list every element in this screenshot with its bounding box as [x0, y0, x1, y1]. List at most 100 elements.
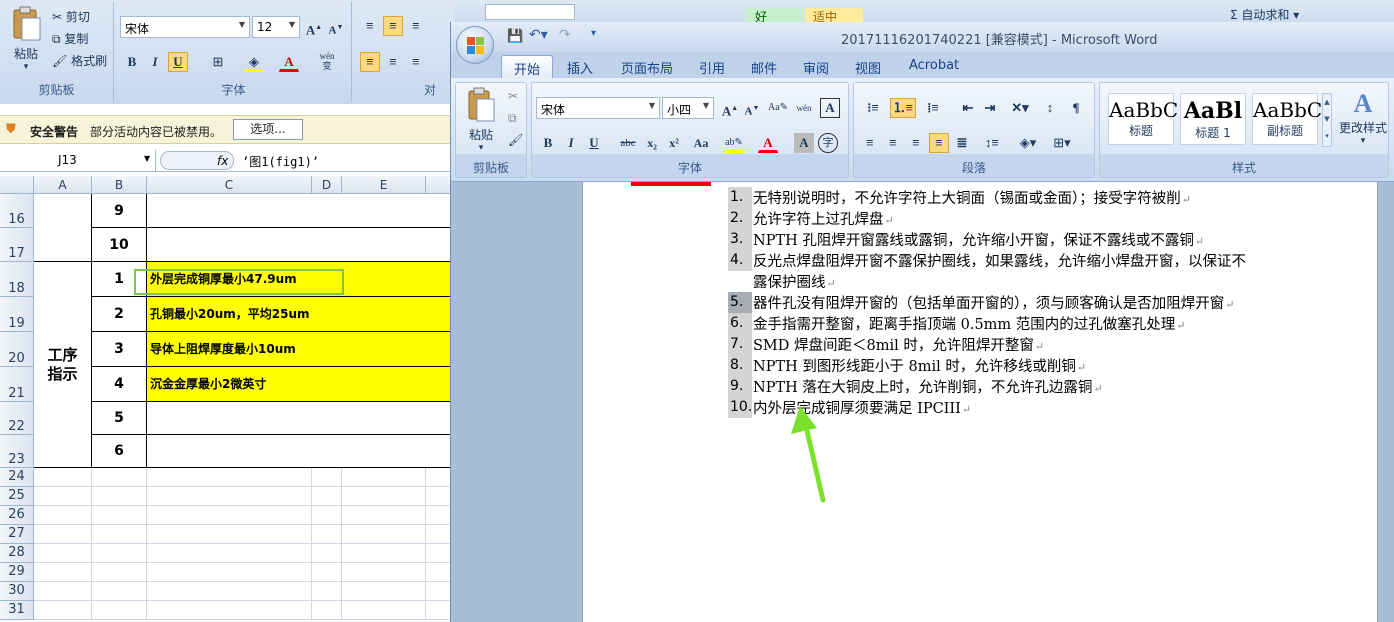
word-italic-button[interactable]: I — [561, 133, 581, 153]
empty-cell[interactable] — [34, 525, 92, 544]
excel-font-size-select[interactable]: 12 ▼ — [252, 16, 300, 38]
align-middle-icon[interactable]: ≡ — [383, 16, 403, 36]
excel-style-field[interactable] — [485, 4, 575, 20]
superscript-button[interactable]: x² — [664, 133, 684, 153]
row-header[interactable]: 28 — [0, 544, 34, 563]
document-page[interactable]: 1. 无特别说明时，不允许字符上大铜面（锡面或金面）；接受字符被削↵ 2. 允许字符上… — [582, 182, 1378, 622]
cell-c[interactable] — [147, 194, 455, 228]
numbering-icon[interactable]: ⒈≡ — [890, 98, 916, 118]
clear-format-icon[interactable]: Aa✎ — [766, 98, 790, 118]
empty-cell[interactable] — [312, 544, 342, 563]
row-header[interactable]: 18 — [0, 262, 34, 297]
empty-cell[interactable] — [34, 544, 92, 563]
style-title[interactable]: AaBbC 标题 — [1108, 93, 1178, 145]
word-bold-button[interactable]: B — [538, 133, 558, 153]
word-tab[interactable]: 页面布局 — [609, 55, 685, 78]
empty-cell[interactable] — [34, 487, 92, 506]
borders-icon[interactable]: ⊞ — [208, 52, 228, 72]
empty-cell[interactable] — [342, 525, 426, 544]
empty-cell[interactable] — [92, 525, 147, 544]
show-marks-icon[interactable]: ¶ — [1066, 98, 1086, 118]
excel-font-name-select[interactable]: 宋体 ▼ — [120, 16, 250, 38]
increase-indent-icon[interactable]: ⇥ — [980, 98, 1000, 118]
redo-icon[interactable]: ↷ — [559, 27, 571, 43]
empty-cell[interactable] — [147, 601, 312, 620]
list-item[interactable]: 6. 金手指需开整窗，距离手指顶端 0.5mm 范围内的过孔做塞孔处理↵ — [728, 313, 1186, 334]
empty-cell[interactable] — [92, 506, 147, 525]
name-box[interactable]: J13 ▼ — [0, 150, 156, 171]
cut-icon[interactable]: ✂ — [508, 89, 518, 103]
char-shading-icon[interactable]: A — [794, 133, 814, 153]
excel-phonetic-button[interactable]: wén 变 — [315, 50, 339, 71]
insert-function-icon[interactable]: fx — [160, 151, 234, 170]
phonetic-icon[interactable]: wén — [794, 98, 814, 118]
style-subtitle[interactable]: AaBbC 副标题 — [1252, 93, 1322, 145]
row-header[interactable]: 27 — [0, 525, 34, 544]
change-case-button[interactable]: Aa — [688, 133, 714, 153]
row-header[interactable]: 20 — [0, 332, 34, 367]
empty-cell[interactable] — [34, 601, 92, 620]
column-header-e[interactable]: E — [342, 176, 426, 194]
multilevel-list-icon[interactable]: ⁞≡ — [920, 98, 946, 118]
word-tab[interactable]: 引用 — [687, 55, 737, 78]
empty-cell[interactable] — [92, 487, 147, 506]
cell-c[interactable] — [147, 402, 455, 435]
row-header[interactable]: 16 — [0, 194, 34, 228]
word-tab[interactable]: 视图 — [843, 55, 893, 78]
word-tab[interactable]: 审阅 — [791, 55, 841, 78]
bullets-icon[interactable]: ⁝≡ — [860, 98, 886, 118]
empty-cell[interactable] — [312, 487, 342, 506]
enclose-char-icon[interactable]: 字 — [818, 133, 838, 153]
chinese-layout-icon[interactable]: ✕▾ — [1006, 98, 1034, 118]
align-right-icon[interactable]: ≡ — [906, 133, 926, 153]
list-item[interactable]: 2. 允许字符上过孔焊盘↵ — [728, 208, 894, 229]
empty-cell[interactable] — [147, 525, 312, 544]
empty-cell[interactable] — [342, 601, 426, 620]
subscript-button[interactable]: x₂ — [642, 133, 662, 153]
word-tab[interactable]: Acrobat — [897, 55, 971, 78]
column-header-a[interactable]: A — [34, 176, 92, 194]
fill-color-icon[interactable]: ◈ — [244, 52, 264, 72]
column-header-c[interactable]: C — [147, 176, 312, 194]
list-item[interactable]: 9. NPTH 落在大铜皮上时，允许削铜，不允许孔边露铜↵ — [728, 376, 1103, 397]
qat-customize-icon[interactable]: ▾ — [591, 28, 596, 39]
word-tab[interactable]: 邮件 — [739, 55, 789, 78]
excel-cut-button[interactable]: ✂ 剪切 — [52, 8, 90, 25]
empty-cell[interactable] — [147, 468, 312, 487]
word-font-color-button[interactable]: A — [758, 133, 778, 153]
row-header[interactable]: 31 — [0, 601, 34, 620]
word-tab[interactable]: 开始 — [501, 55, 554, 78]
align-center-icon[interactable]: ≡ — [883, 133, 903, 153]
empty-cell[interactable] — [34, 468, 92, 487]
word-paste-button[interactable]: 粘贴 ▾ — [460, 87, 502, 153]
excel-bold-button[interactable]: B — [122, 52, 142, 72]
strikethrough-button[interactable]: abc — [616, 133, 640, 153]
undo-icon[interactable]: ↶▾ — [529, 27, 548, 43]
security-options-button[interactable]: 选项... — [233, 119, 303, 140]
empty-cell[interactable] — [342, 582, 426, 601]
empty-cell[interactable] — [342, 544, 426, 563]
empty-cell[interactable] — [34, 563, 92, 582]
cell-c[interactable] — [147, 435, 455, 468]
align-bottom-icon[interactable]: ≡ — [406, 16, 426, 36]
empty-cell[interactable] — [34, 582, 92, 601]
empty-cell[interactable] — [342, 487, 426, 506]
row-header[interactable]: 21 — [0, 367, 34, 402]
align-left-icon[interactable]: ≡ — [360, 52, 380, 72]
empty-cell[interactable] — [147, 582, 312, 601]
formula-input[interactable]: ’图1(fig1)’ — [242, 153, 319, 170]
list-item[interactable]: 5. 器件孔没有阻焊开窗的（包括单面开窗的），须与顾客确认是否加阻焊开窗↵ — [728, 292, 1234, 313]
cell-c[interactable]: 沉金金厚最小2微英寸 — [147, 367, 455, 402]
cell-c[interactable] — [147, 228, 455, 262]
list-item[interactable]: 8. NPTH 到图形线距小于 8mil 时，允许移线或削铜↵ — [728, 355, 1086, 376]
align-center-icon[interactable]: ≡ — [383, 52, 403, 72]
excel-format-painter-button[interactable]: 🖌 格式刷 — [52, 52, 107, 69]
empty-cell[interactable] — [92, 563, 147, 582]
list-item-continuation[interactable]: 露保护圈线↵ — [753, 271, 836, 292]
row-header[interactable]: 29 — [0, 563, 34, 582]
empty-cell[interactable] — [92, 601, 147, 620]
line-spacing-icon[interactable]: ↕≡ — [978, 133, 1006, 153]
empty-cell[interactable] — [92, 582, 147, 601]
list-item[interactable]: 1. 无特别说明时，不允许字符上大铜面（锡面或金面）；接受字符被削↵ — [728, 187, 1191, 208]
list-item[interactable]: 7. SMD 焊盘间距＜8mil 时，允许阻焊开整窗↵ — [728, 334, 1044, 355]
